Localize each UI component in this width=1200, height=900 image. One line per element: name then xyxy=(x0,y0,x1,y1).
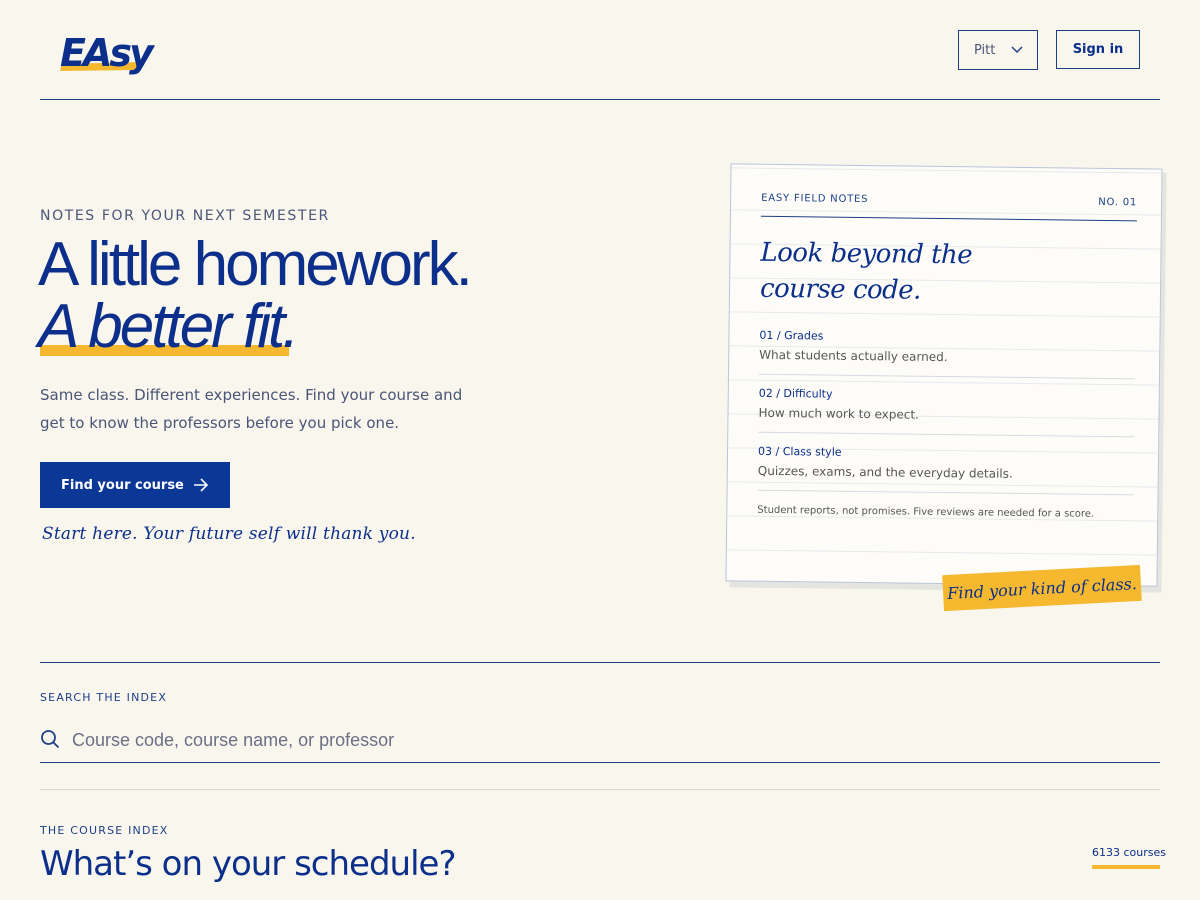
logo[interactable]: EAsy xyxy=(60,30,154,80)
arrow-right-icon xyxy=(194,478,209,492)
card-item-title: 02 / Difficulty xyxy=(758,386,833,401)
card-item-title: 03 / Class style xyxy=(757,444,842,459)
school-select[interactable]: Pitt xyxy=(958,30,1038,70)
card-header-title: EASY FIELD NOTES xyxy=(761,192,869,206)
card-header-number: NO. 01 xyxy=(1098,196,1138,209)
course-index-label: THE COURSE INDEX xyxy=(40,824,169,837)
course-index-title: What’s on your schedule? xyxy=(40,844,456,884)
course-count-badge: 6133 courses xyxy=(1092,846,1166,869)
card-item-desc: What students actually earned. xyxy=(759,347,948,365)
card-item-desc: Quizzes, exams, and the everyday details… xyxy=(757,463,1013,481)
site-header: EAsy Pitt Sign in xyxy=(40,0,1160,100)
find-course-button[interactable]: Find your course xyxy=(40,462,230,508)
card-item: 02 / Difficulty How much work to expect. xyxy=(758,386,1135,438)
field-notes-card: EASY FIELD NOTES NO. 01 Look beyond the … xyxy=(725,163,1163,587)
section-divider xyxy=(40,789,1160,790)
card-item: 03 / Class style Quizzes, exams, and the… xyxy=(757,444,1135,496)
hero-subtext: Same class. Different experiences. Find … xyxy=(40,386,463,432)
logo-text: EAsy xyxy=(60,31,154,75)
course-search-input[interactable] xyxy=(72,725,1072,755)
hero-headline-line2: A better fit. xyxy=(38,292,299,361)
search-label: SEARCH THE INDEX xyxy=(40,691,168,704)
search-section: SEARCH THE INDEX xyxy=(40,662,1160,763)
find-course-label: Find your course xyxy=(61,477,184,493)
hero-handwriting: Start here. Your future self will thank … xyxy=(42,524,416,544)
chevron-down-icon xyxy=(1011,46,1023,54)
search-icon xyxy=(41,730,60,749)
school-select-value: Pitt xyxy=(974,42,996,58)
card-quote: Look beyond the course code. xyxy=(759,237,973,306)
sign-in-button[interactable]: Sign in xyxy=(1056,30,1140,69)
card-header: EASY FIELD NOTES NO. 01 xyxy=(760,192,1138,222)
card-item-title: 01 / Grades xyxy=(759,328,824,343)
card-item: 01 / Grades What students actually earne… xyxy=(758,328,1136,380)
hero-headline-line1: A little homework. xyxy=(38,230,473,299)
card-item-desc: How much work to expect. xyxy=(758,405,920,422)
hero-eyebrow: NOTES FOR YOUR NEXT SEMESTER xyxy=(40,208,330,224)
